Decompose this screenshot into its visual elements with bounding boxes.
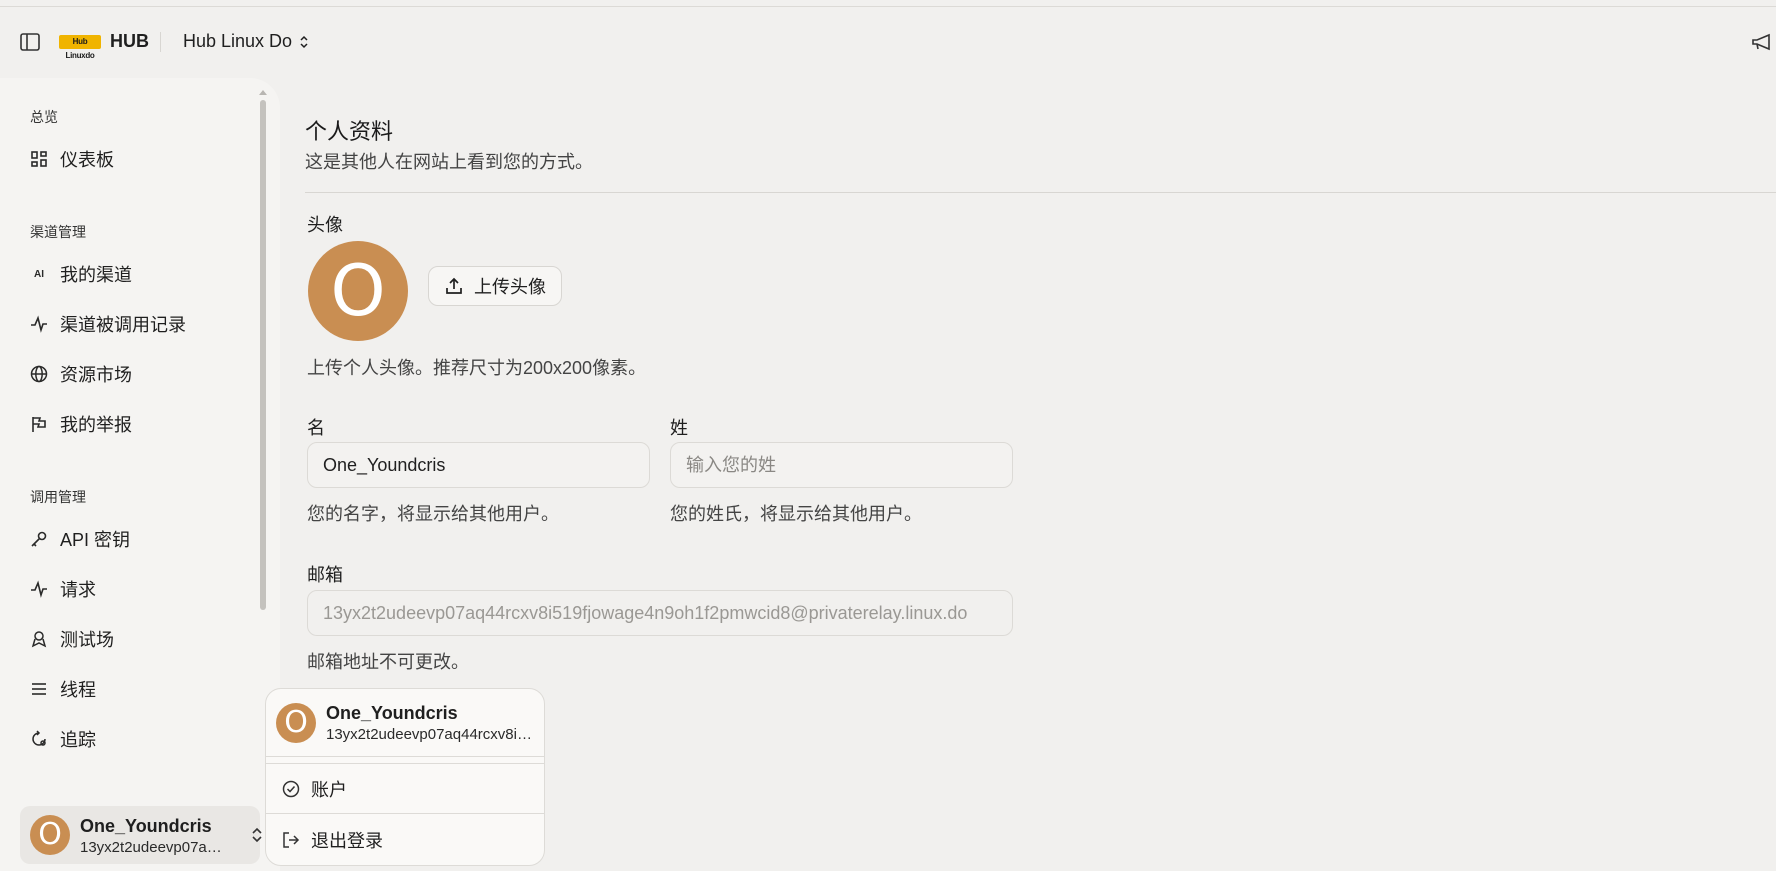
dashboard-icon	[30, 150, 48, 168]
sidebar-item-label: 资源市场	[60, 365, 132, 385]
upload-icon	[446, 277, 462, 294]
sidebar-item-label: 测试场	[60, 630, 114, 650]
list-icon	[30, 680, 48, 698]
header: Hub Linuxdo HUB Hub Linux Do	[0, 20, 1776, 64]
megaphone-icon[interactable]	[1750, 32, 1774, 52]
user-name: One_Youndcris	[80, 816, 212, 836]
section-label-overview: 总览	[30, 109, 58, 125]
last-name-label: 姓	[670, 418, 688, 438]
scroll-up-arrow[interactable]	[259, 90, 267, 95]
sidebar-item-traces[interactable]: 追踪	[30, 725, 96, 753]
avatar-help-text: 上传个人头像。推荐尺寸为200x200像素。	[307, 358, 647, 378]
project-name: Hub Linux Do	[183, 31, 293, 51]
menu-divider	[266, 763, 544, 764]
last-name-help-text: 您的姓氏，将显示给其他用户。	[670, 504, 922, 524]
email-label: 邮箱	[307, 565, 343, 585]
top-border	[0, 6, 1776, 7]
menu-item-label: 退出登录	[311, 831, 383, 851]
page-title: 个人资料	[305, 119, 394, 144]
sidebar-scrollbar[interactable]	[260, 100, 266, 610]
globe-icon	[30, 365, 48, 383]
sidebar-item-playground[interactable]: 测试场	[30, 625, 114, 653]
sidebar-item-requests[interactable]: 请求	[30, 575, 96, 603]
avatar-label: 头像	[307, 215, 343, 235]
sidebar-item-label: 渠道被调用记录	[60, 315, 186, 335]
menu-divider	[266, 813, 544, 814]
sidebar-item-label: 我的渠道	[60, 265, 132, 285]
sidebar-item-marketplace[interactable]: 资源市场	[30, 360, 132, 388]
ai-icon: AI	[34, 268, 44, 280]
sidebar-toggle-icon[interactable]	[20, 33, 40, 51]
user-dropdown-menu: O One_Youndcris 13yx2t2udeevp07aq44rcxv8…	[265, 688, 545, 866]
popup-user-name: One_Youndcris	[326, 703, 458, 723]
sidebar-item-dashboard[interactable]: 仪表板	[30, 145, 114, 173]
sidebar-item-threads[interactable]: 线程	[30, 675, 96, 703]
playground-icon	[30, 630, 48, 648]
page-subtitle: 这是其他人在网站上看到您的方式。	[305, 152, 593, 172]
chevron-up-down-icon	[300, 35, 308, 48]
project-switcher[interactable]: Hub Linux Do	[183, 31, 310, 52]
brand-name[interactable]: HUB	[110, 31, 149, 52]
popup-user-email: 13yx2t2udeevp07aq44rcxv8i519fjowage4n9oh…	[326, 726, 536, 743]
last-name-field[interactable]	[670, 442, 1013, 488]
menu-item-logout[interactable]: 退出登录	[281, 827, 383, 853]
flag-icon	[30, 415, 48, 433]
user-menu-trigger[interactable]: O One_Youndcris 13yx2t2udeevp07aq44rcxv8…	[20, 806, 262, 864]
section-divider	[305, 192, 1776, 193]
chevron-up-down-icon	[252, 827, 262, 843]
sidebar-item-my-reports[interactable]: 我的举报	[30, 410, 132, 438]
sidebar-item-label: 我的举报	[60, 415, 132, 435]
section-label-calls: 调用管理	[30, 489, 86, 505]
email-field	[307, 590, 1013, 636]
sidebar-item-my-channels[interactable]: AI 我的渠道	[30, 260, 132, 288]
first-name-field[interactable]	[307, 442, 650, 488]
first-name-help-text: 您的名字，将显示给其他用户。	[307, 504, 559, 524]
first-name-label: 名	[307, 418, 325, 438]
sidebar-item-label: API 密钥	[60, 530, 131, 550]
sidebar-item-label: 仪表板	[60, 150, 114, 170]
sidebar-item-label: 追踪	[60, 730, 96, 750]
activity-icon	[30, 315, 48, 333]
trace-icon	[30, 730, 48, 748]
avatar: O	[276, 703, 316, 743]
menu-item-account[interactable]: 账户	[281, 776, 347, 802]
header-separator	[160, 32, 161, 52]
profile-avatar: O	[308, 241, 408, 341]
logout-icon	[283, 832, 300, 848]
badge-check-icon	[282, 780, 300, 798]
logo[interactable]: Hub Linuxdo	[59, 35, 101, 60]
sidebar-item-label: 请求	[60, 580, 96, 600]
user-email: 13yx2t2udeevp07aq44rcxv8i519fjowage4n9oh…	[80, 839, 230, 856]
menu-item-label: 账户	[311, 780, 347, 800]
key-icon	[30, 530, 48, 548]
section-label-channels: 渠道管理	[30, 224, 86, 240]
avatar: O	[30, 815, 70, 855]
sidebar-item-label: 线程	[60, 680, 96, 700]
sidebar-item-api-keys[interactable]: API 密钥	[30, 525, 130, 553]
upload-avatar-label: 上传头像	[474, 277, 546, 297]
sidebar-item-channel-logs[interactable]: 渠道被调用记录	[30, 310, 186, 338]
activity-icon	[30, 580, 48, 598]
email-help-text: 邮箱地址不可更改。	[307, 652, 469, 672]
menu-divider	[266, 756, 544, 757]
upload-avatar-button[interactable]: 上传头像	[428, 266, 562, 306]
